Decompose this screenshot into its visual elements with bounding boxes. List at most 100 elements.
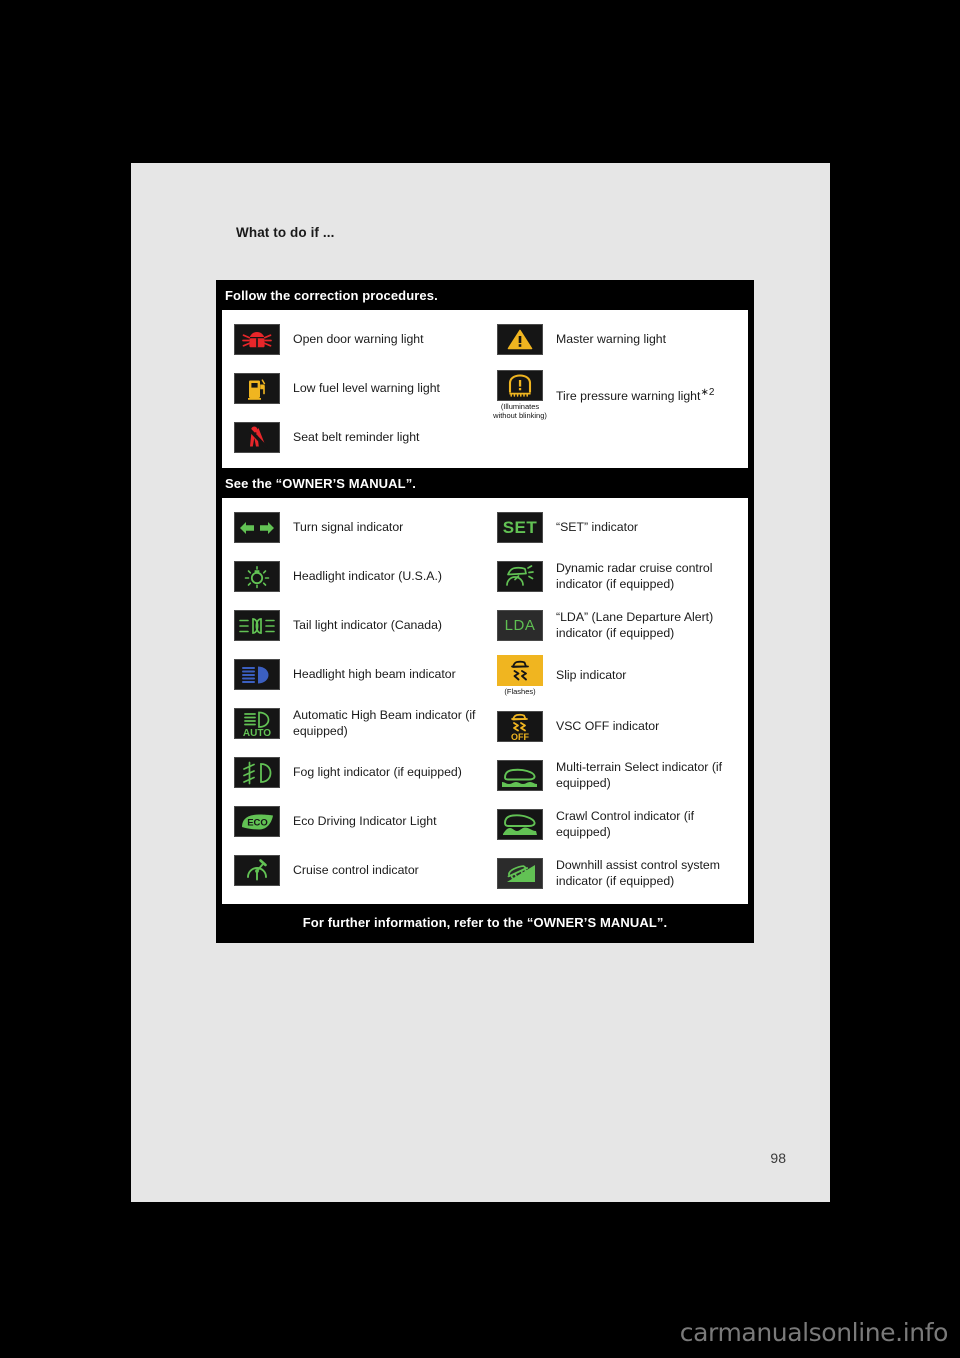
low-fuel-warning-icon — [234, 373, 280, 404]
list-item: Turn signal indicator — [222, 503, 485, 552]
section-body-owners-manual: Turn signal indicator Headlight indicato… — [222, 498, 748, 904]
list-item: ECO Eco Driving Indicator Light — [222, 797, 485, 846]
list-item-label: Downhill assist control system indicator… — [556, 858, 721, 888]
list-item-label-text: Tire pressure warning light — [556, 389, 701, 404]
list-item-label: Fog light indicator (if equipped) — [293, 764, 462, 779]
icon-wrap — [230, 561, 284, 592]
fog-light-icon — [234, 757, 280, 788]
section2-left-column: Turn signal indicator Headlight indicato… — [222, 503, 485, 898]
downhill-assist-icon — [497, 858, 543, 889]
list-item-label: Automatic High Beam indicator (if equipp… — [293, 708, 476, 738]
icon-wrap: ECO — [230, 806, 284, 837]
slip-indicator-icon — [497, 655, 543, 687]
high-beam-icon — [234, 659, 280, 690]
section-header-owners-manual: See the “OWNER’S MANUAL”. — [225, 476, 417, 491]
list-item: OFF VSC OFF indicator — [485, 702, 748, 751]
icon-wrap — [230, 422, 284, 453]
list-item-label: VSC OFF indicator — [556, 718, 660, 733]
list-item-label: Master warning light — [556, 331, 667, 346]
list-item: Open door warning light — [222, 315, 485, 364]
list-item: Headlight high beam indicator — [222, 650, 485, 699]
list-item-label: Low fuel level warning light — [293, 380, 440, 395]
list-item: Crawl Control indicator (if equipped) — [485, 800, 748, 849]
list-item: AUTO Automatic High Beam indicator (if e… — [222, 699, 485, 748]
icon-wrap — [230, 512, 284, 543]
list-item: Headlight indicator (U.S.A.) — [222, 552, 485, 601]
watermark: carmanualsonline.info — [679, 1318, 949, 1347]
section2-right-column: SET “SET” indicator Dynamic radar cruise… — [485, 503, 748, 898]
icon-wrap — [493, 809, 547, 840]
auto-high-beam-icon: AUTO — [234, 708, 280, 739]
icon-wrap — [230, 610, 284, 641]
list-item-label: Multi-terrain Select indicator (if equip… — [556, 760, 723, 790]
icon-note: (Flashes) — [504, 687, 536, 697]
list-item-label: Turn signal indicator — [293, 519, 404, 534]
list-item: Seat belt reminder light — [222, 413, 485, 462]
list-item-label: Cruise control indicator — [293, 862, 419, 877]
list-item: (Flashes) Slip indicator — [485, 650, 748, 702]
list-item: Tail light indicator (Canada) — [222, 601, 485, 650]
icon-wrap — [493, 858, 547, 889]
svg-text:ECO: ECO — [247, 817, 268, 828]
page-title: What to do if ... — [236, 225, 335, 240]
list-item-label: Tire pressure warning light∗2 — [556, 385, 714, 405]
footnote-marker: ∗2 — [700, 387, 715, 399]
list-item-label: Eco Driving Indicator Light — [293, 813, 437, 828]
icon-wrap: LDA — [493, 610, 547, 641]
svg-text:OFF: OFF — [511, 732, 529, 741]
icon-wrap: (Illuminates without blinking) — [493, 369, 547, 421]
set-indicator-icon: SET — [497, 512, 543, 543]
section-body-correction: Open door warning light Low fuel level w… — [222, 310, 748, 468]
list-item-label: “LDA” (Lane Departure Alert) indicator (… — [556, 610, 714, 640]
set-text: SET — [502, 517, 538, 537]
cruise-control-icon — [234, 855, 280, 886]
list-item: LDA “LDA” (Lane Departure Alert) indicat… — [485, 601, 748, 650]
list-item-label: Headlight indicator (U.S.A.) — [293, 568, 442, 583]
master-warning-icon — [497, 324, 543, 355]
table-footer: For further information, refer to the “O… — [302, 915, 668, 930]
list-item-label: Crawl Control indicator (if equipped) — [556, 809, 695, 839]
list-item-label: Dynamic radar cruise control indicator (… — [556, 561, 713, 591]
list-item: Cruise control indicator — [222, 846, 485, 895]
list-item: Dynamic radar cruise control indicator (… — [485, 552, 748, 601]
list-item: Multi-terrain Select indicator (if equip… — [485, 751, 748, 800]
section1-right-column: Master warning light (Illuminates withou… — [485, 315, 748, 462]
list-item-label: Headlight high beam indicator — [293, 666, 456, 681]
icon-note: (Illuminates without blinking) — [493, 401, 547, 421]
icon-wrap: (Flashes) — [493, 655, 547, 697]
turn-signal-icon — [234, 512, 280, 543]
dynamic-radar-cruise-icon — [497, 561, 543, 592]
icon-wrap — [230, 855, 284, 886]
section1-left-column: Open door warning light Low fuel level w… — [222, 315, 485, 462]
seat-belt-reminder-icon — [234, 422, 280, 453]
icon-wrap — [493, 324, 547, 355]
manual-page: What to do if ... Follow the correction … — [131, 163, 830, 1202]
icon-wrap: SET — [493, 512, 547, 543]
lda-indicator-icon: LDA — [497, 610, 543, 641]
icon-wrap — [493, 561, 547, 592]
lda-text: LDA — [504, 617, 536, 634]
headlight-icon — [234, 561, 280, 592]
tire-pressure-warning-icon — [497, 369, 543, 401]
page-number: 98 — [770, 1150, 786, 1166]
eco-driving-icon: ECO — [234, 806, 280, 837]
list-item-label: Tail light indicator (Canada) — [293, 617, 443, 632]
indicator-table: Follow the correction procedures. Open d… — [216, 280, 754, 943]
section-header-correction: Follow the correction procedures. — [225, 288, 438, 303]
list-item-label: Seat belt reminder light — [293, 429, 420, 444]
multi-terrain-select-icon — [497, 760, 543, 791]
list-item: Downhill assist control system indicator… — [485, 849, 748, 898]
tail-light-icon — [234, 610, 280, 641]
list-item: Low fuel level warning light — [222, 364, 485, 413]
svg-text:AUTO: AUTO — [243, 728, 271, 737]
list-item-label: Slip indicator — [556, 668, 627, 683]
icon-wrap — [230, 324, 284, 355]
icon-wrap: AUTO — [230, 708, 284, 739]
icon-wrap — [230, 659, 284, 690]
crawl-control-icon — [497, 809, 543, 840]
vsc-off-icon: OFF — [497, 711, 543, 742]
list-item: SET “SET” indicator — [485, 503, 748, 552]
icon-wrap — [493, 760, 547, 791]
icon-wrap — [230, 757, 284, 788]
icon-wrap: OFF — [493, 711, 547, 742]
